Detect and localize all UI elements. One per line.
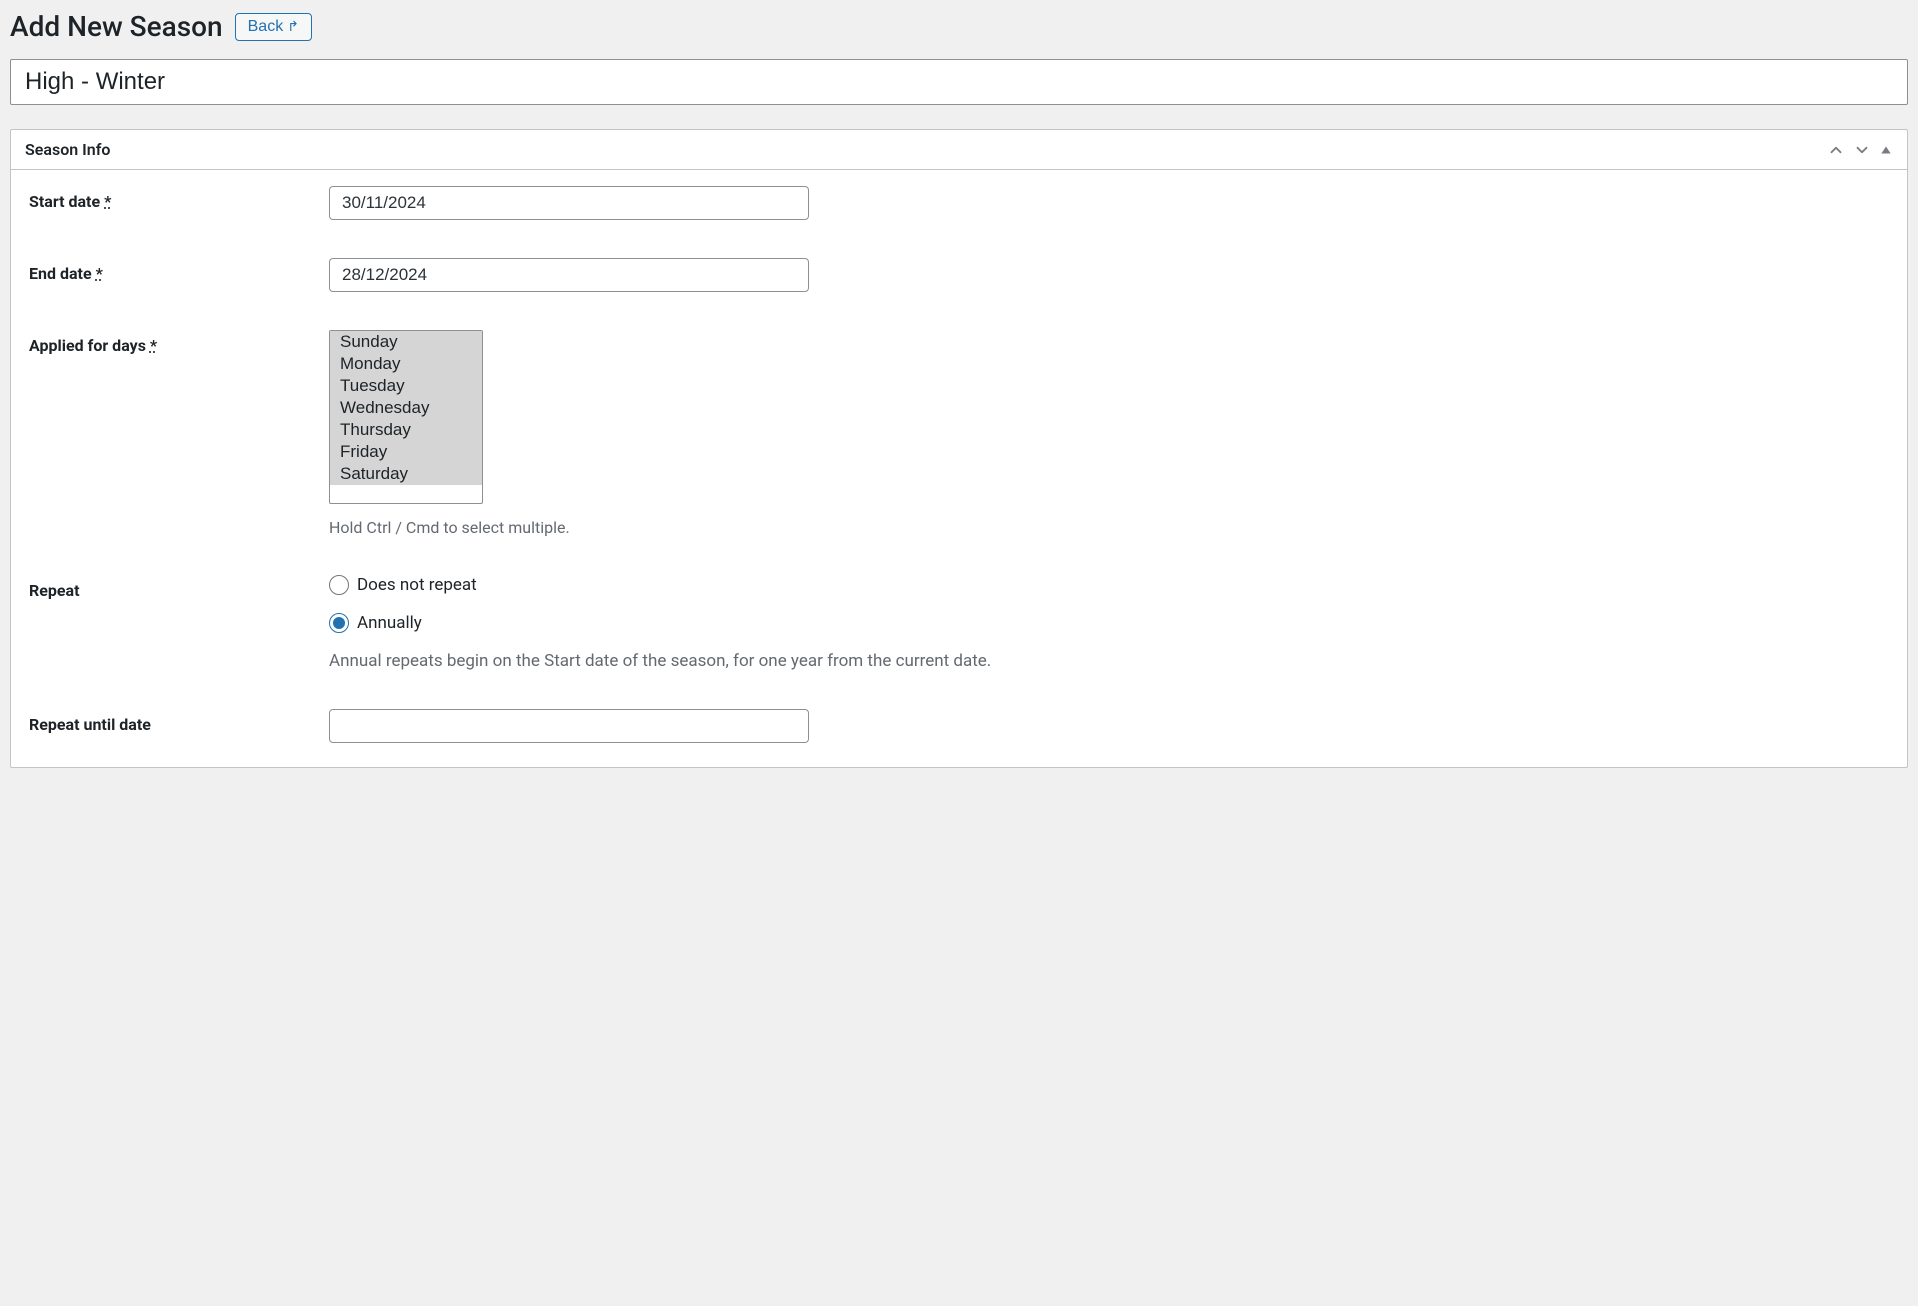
metabox-title: Season Info bbox=[25, 140, 110, 159]
end-date-input[interactable] bbox=[329, 258, 809, 292]
repeat-none-radio[interactable] bbox=[329, 575, 349, 595]
day-option[interactable]: Tuesday bbox=[330, 375, 482, 397]
repeat-none-label: Does not repeat bbox=[357, 575, 477, 595]
start-date-label-text: Start date bbox=[29, 192, 100, 211]
start-date-input[interactable] bbox=[329, 186, 809, 220]
season-title-input[interactable] bbox=[10, 59, 1908, 105]
applied-days-help: Hold Ctrl / Cmd to select multiple. bbox=[329, 518, 1889, 537]
repeat-label: Repeat bbox=[29, 575, 329, 600]
day-option[interactable]: Wednesday bbox=[330, 397, 482, 419]
move-up-icon[interactable] bbox=[1827, 141, 1845, 159]
required-mark: * bbox=[104, 192, 111, 211]
back-arrow-icon: ↱ bbox=[287, 18, 299, 35]
repeat-annually-option[interactable]: Annually bbox=[329, 613, 1889, 633]
move-down-icon[interactable] bbox=[1853, 141, 1871, 159]
day-option[interactable]: Saturday bbox=[330, 463, 482, 485]
day-option[interactable]: Thursday bbox=[330, 419, 482, 441]
applied-days-label: Applied for days * bbox=[29, 330, 329, 355]
day-option[interactable]: Monday bbox=[330, 353, 482, 375]
repeat-help: Annual repeats begin on the Start date o… bbox=[329, 651, 1889, 671]
end-date-label: End date * bbox=[29, 258, 329, 283]
applied-days-label-text: Applied for days bbox=[29, 336, 146, 355]
repeat-until-label: Repeat until date bbox=[29, 709, 329, 734]
required-mark: * bbox=[96, 264, 103, 283]
page-title: Add New Season bbox=[10, 10, 223, 43]
repeat-until-input[interactable] bbox=[329, 709, 809, 743]
toggle-panel-icon[interactable] bbox=[1879, 143, 1893, 157]
applied-days-select[interactable]: Sunday Monday Tuesday Wednesday Thursday… bbox=[329, 330, 483, 504]
repeat-none-option[interactable]: Does not repeat bbox=[329, 575, 1889, 595]
day-option[interactable]: Friday bbox=[330, 441, 482, 463]
back-button-label: Back bbox=[248, 18, 284, 36]
day-option[interactable]: Sunday bbox=[330, 331, 482, 353]
end-date-label-text: End date bbox=[29, 264, 92, 283]
back-button[interactable]: Back ↱ bbox=[235, 13, 312, 41]
repeat-annually-radio[interactable] bbox=[329, 613, 349, 633]
required-mark: * bbox=[150, 336, 157, 355]
repeat-annually-label: Annually bbox=[357, 613, 422, 633]
start-date-label: Start date * bbox=[29, 186, 329, 211]
season-info-metabox: Season Info Start date * End bbox=[10, 129, 1908, 768]
